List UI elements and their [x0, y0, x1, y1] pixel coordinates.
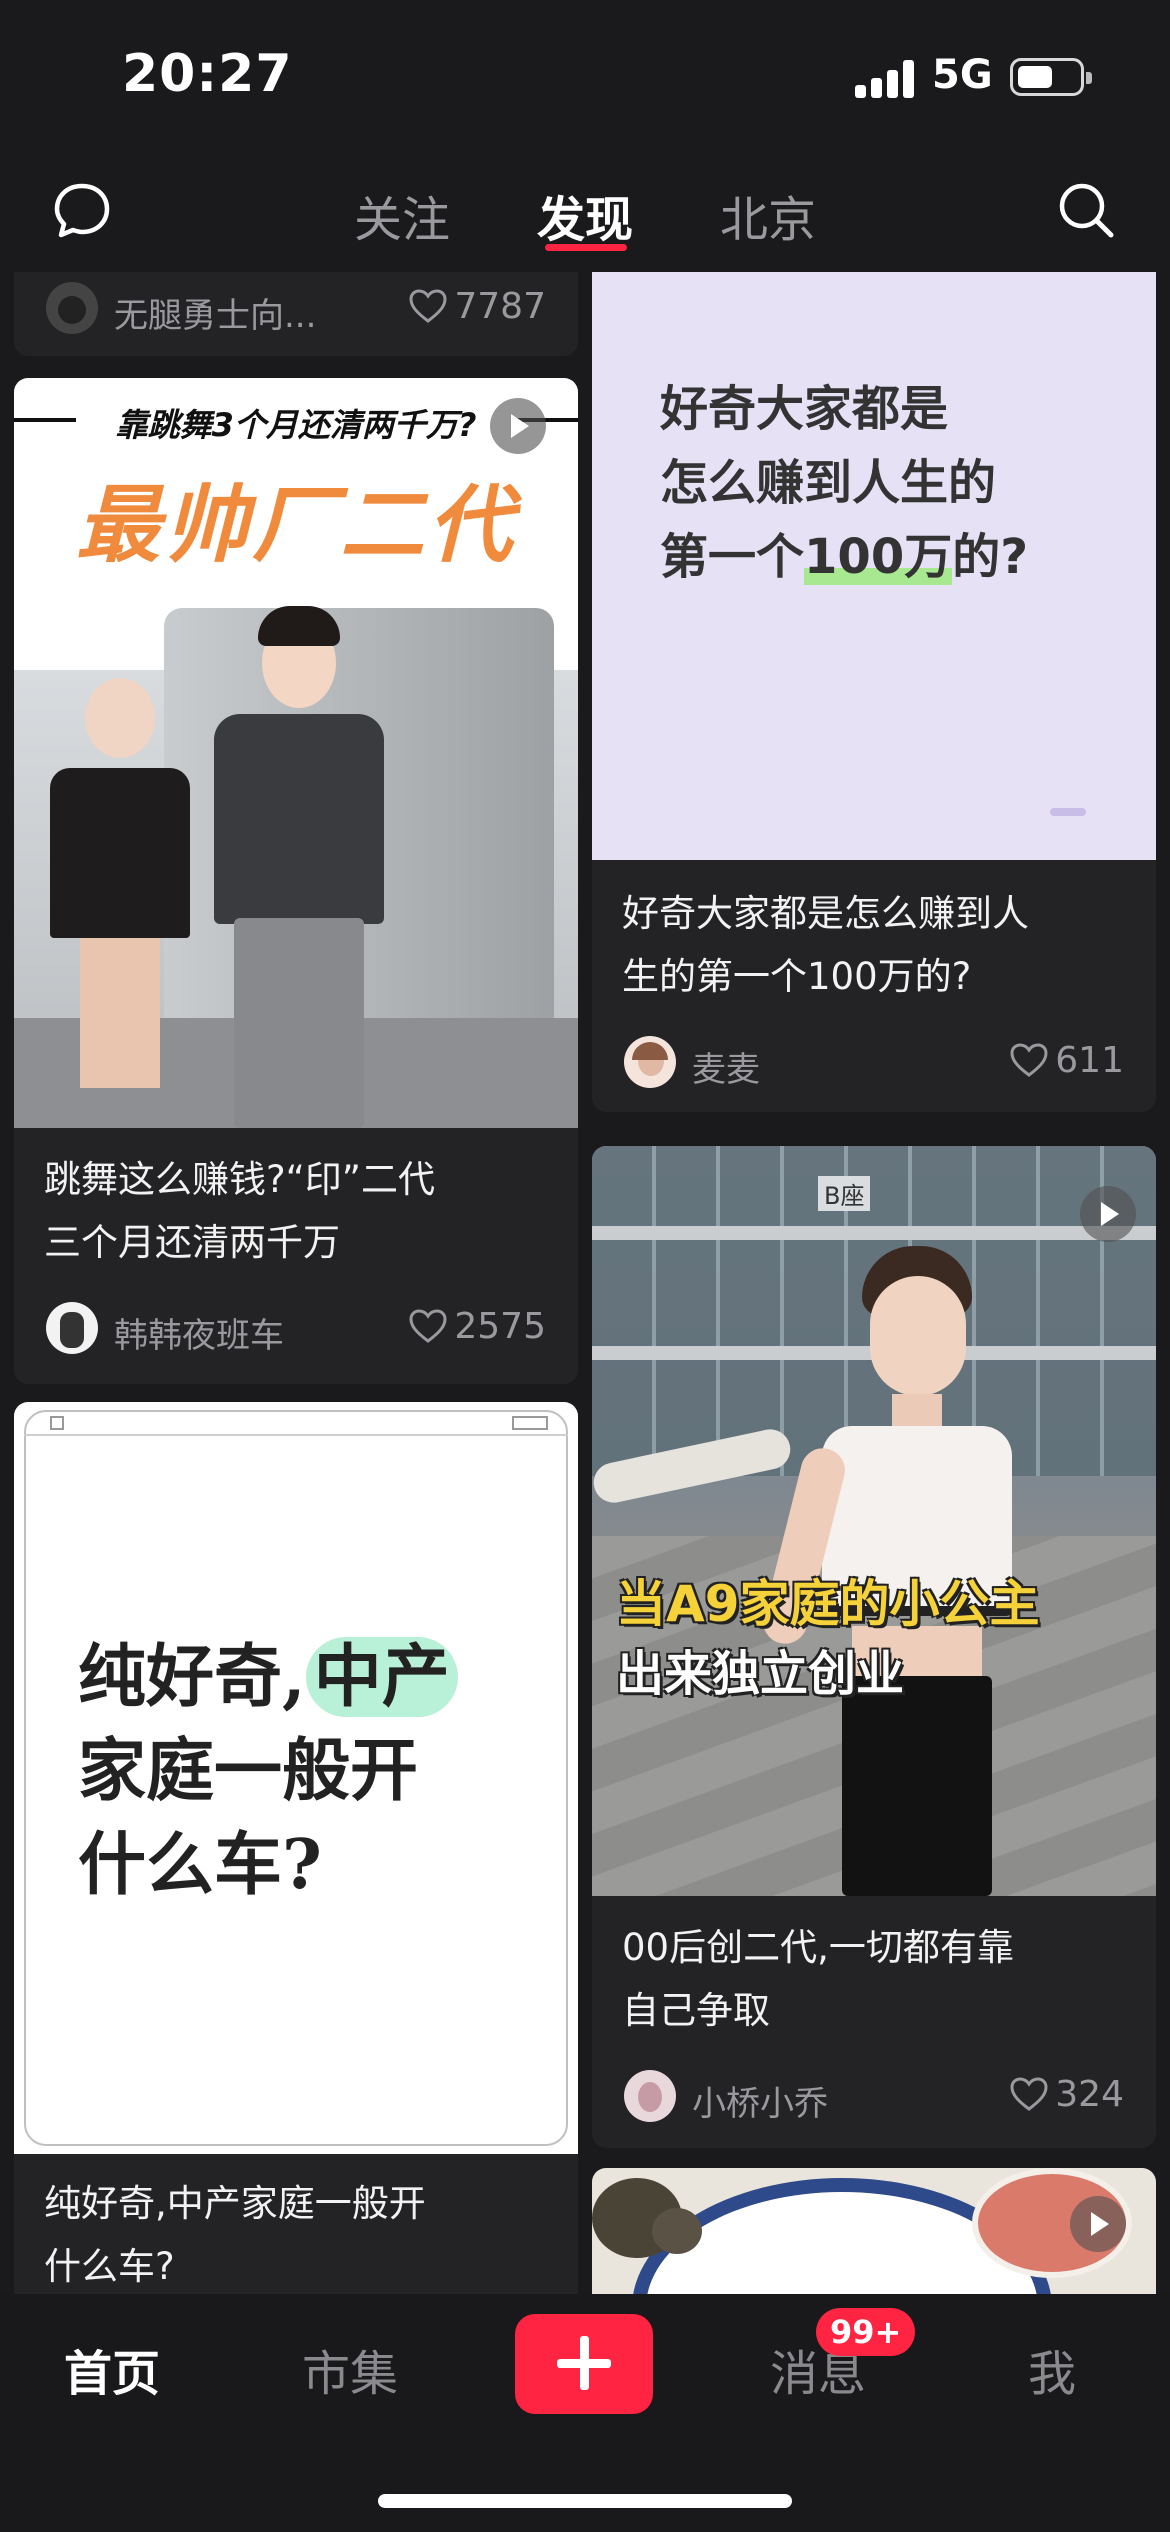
feed-card[interactable]: 纯好奇, 中产 家庭一般开 什么车? 纯好奇,中产家庭一般开 什么车? — [14, 1402, 578, 2294]
cover-caption: 出来独立创业 — [616, 1646, 905, 1702]
video-play-icon — [490, 398, 546, 454]
like-count[interactable]: 611 — [1009, 1040, 1124, 1081]
feed-card[interactable]: 好奇大家都是 怎么赚到人生的 第一个100万的? 好奇大家都是怎么赚到人 生的第… — [592, 272, 1156, 1112]
building-sign: B座 — [818, 1176, 871, 1211]
card-title[interactable]: 纯好奇,中产家庭一般开 什么车? — [44, 2172, 564, 2294]
like-count[interactable]: 7787 — [408, 286, 546, 327]
nav-me[interactable]: 我 — [1028, 2334, 1076, 2404]
chat-bubble-icon[interactable] — [52, 180, 112, 240]
avatar[interactable] — [624, 1036, 676, 1088]
card-cover-image[interactable]: 纯好奇, 中产 家庭一般开 什么车? — [14, 1402, 578, 2154]
card-title[interactable]: 好奇大家都是怎么赚到人 生的第一个100万的? — [622, 882, 1142, 1008]
video-play-icon — [1070, 2196, 1126, 2252]
network-label: 5G — [932, 52, 993, 98]
author-name[interactable]: 无腿勇士向... — [114, 288, 316, 337]
author-name[interactable]: 麦麦 — [692, 1042, 760, 1091]
bottom-nav: 首页 市集 消息 99+ 我 — [0, 2294, 1170, 2532]
feed-card[interactable]: B座 当A9家庭的小公主 出来独立创业 00后创二代,一切都有靠 自己争取 小桥… — [592, 1146, 1156, 2148]
card-cover-image[interactable]: 好奇大家都是 怎么赚到人生的 第一个100万的? — [592, 272, 1156, 860]
cover-question: 好奇大家都是 怎么赚到人生的 第一个100万的? — [660, 381, 1029, 585]
search-icon[interactable] — [1056, 180, 1116, 240]
cover-caption: 当A9家庭的小公主 — [616, 1575, 1040, 1633]
video-play-icon — [1080, 1186, 1136, 1242]
feed-card[interactable] — [592, 2168, 1156, 2294]
signal-icon — [855, 58, 915, 98]
author-name[interactable]: 小桥小乔 — [692, 2076, 828, 2125]
like-count[interactable]: 2575 — [408, 1306, 546, 1347]
nav-home[interactable]: 首页 — [64, 2334, 160, 2404]
feed-card[interactable]: 无腿勇士向... 7787 — [14, 272, 578, 356]
card-title[interactable]: 00后创二代,一切都有靠 自己争取 — [622, 1916, 1142, 2042]
cover-question: 纯好奇, 中产 家庭一般开 什么车? — [78, 1630, 458, 1912]
top-nav: 关注 发现 北京 — [0, 160, 1170, 270]
card-cover-image[interactable]: B座 当A9家庭的小公主 出来独立创业 — [592, 1146, 1156, 1896]
tab-discover[interactable]: 发现 — [537, 180, 633, 250]
card-meta: 韩韩夜班车 2575 — [46, 1300, 546, 1360]
home-indicator — [378, 2494, 792, 2508]
card-meta: 小桥小乔 324 — [624, 2068, 1124, 2128]
tab-beijing[interactable]: 北京 — [720, 180, 816, 250]
card-meta: 麦麦 611 — [624, 1034, 1124, 1094]
feed-card[interactable]: 靠跳舞3个月还清两千万? 最帅厂二代 跳舞这么赚钱?“印”二代 三个月还清两千万… — [14, 378, 578, 1384]
tab-active-indicator — [545, 244, 627, 251]
avatar[interactable] — [46, 282, 98, 334]
person-woman — [30, 670, 210, 1098]
avatar[interactable] — [46, 1302, 98, 1354]
heart-icon[interactable] — [1009, 1042, 1049, 1078]
heart-icon[interactable] — [1009, 2076, 1049, 2112]
messages-badge: 99+ — [816, 2308, 916, 2356]
author-name[interactable]: 韩韩夜班车 — [114, 1308, 284, 1357]
person-man — [204, 606, 394, 1128]
heart-icon[interactable] — [408, 288, 448, 324]
card-meta: 无腿勇士向... 7787 — [46, 280, 546, 340]
discover-feed[interactable]: 无腿勇士向... 7787 靠跳舞3个月还清两千万? 最帅厂二代 跳舞这么赚钱?… — [0, 272, 1170, 2294]
like-count[interactable]: 324 — [1009, 2074, 1124, 2115]
tab-following[interactable]: 关注 — [354, 180, 450, 250]
create-post-button[interactable] — [515, 2314, 653, 2414]
status-bar: 20:27 5G — [0, 0, 1170, 150]
nav-market[interactable]: 市集 — [302, 2334, 398, 2404]
heart-icon[interactable] — [408, 1308, 448, 1344]
status-time: 20:27 — [122, 44, 293, 104]
person-woman — [758, 1226, 1052, 1896]
avatar[interactable] — [624, 2070, 676, 2122]
plus-icon — [557, 2336, 611, 2390]
cover-headline: 最帅厂二代 — [75, 476, 516, 574]
card-cover-image[interactable] — [592, 2168, 1156, 2294]
card-title[interactable]: 跳舞这么赚钱?“印”二代 三个月还清两千万 — [44, 1148, 564, 1274]
battery-icon — [1010, 58, 1092, 96]
card-cover-image[interactable]: 靠跳舞3个月还清两千万? 最帅厂二代 — [14, 378, 578, 1128]
cover-banner-text: 靠跳舞3个月还清两千万? — [76, 400, 516, 448]
